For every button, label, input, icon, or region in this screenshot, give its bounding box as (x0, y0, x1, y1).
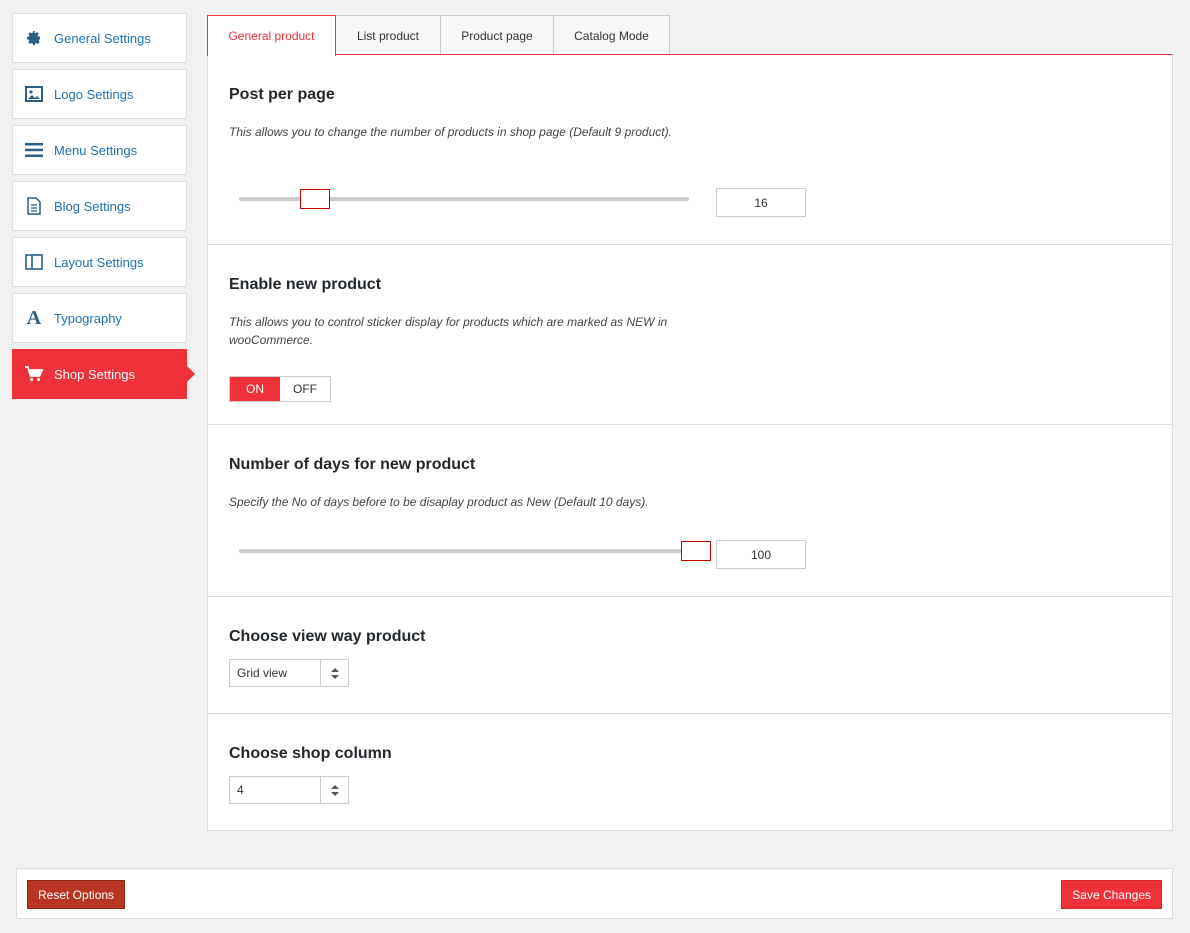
section-description: This allows you to change the number of … (229, 125, 672, 139)
tab-bar: General product List product Product pag… (207, 15, 670, 56)
tab-product-page[interactable]: Product page (440, 15, 554, 55)
tab-general-product[interactable]: General product (207, 15, 336, 56)
sidebar-item-label: Menu Settings (54, 142, 138, 158)
sidebar-item-layout-settings[interactable]: Layout Settings (12, 237, 187, 287)
sidebar-item-label: General Settings (54, 30, 151, 46)
save-changes-button[interactable]: Save Changes (1061, 880, 1162, 909)
reset-options-button[interactable]: Reset Options (27, 880, 126, 909)
view-way-section: Choose view way product Grid view (208, 597, 1172, 714)
days-new-product-section: Number of days for new product Specify t… (208, 425, 1172, 597)
sidebar-item-blog-settings[interactable]: Blog Settings (12, 181, 187, 231)
sidebar-item-logo-settings[interactable]: Logo Settings (12, 69, 187, 119)
section-title: Enable new product (229, 276, 382, 293)
sidebar-item-general-settings[interactable]: General Settings (12, 13, 187, 63)
section-title: Choose view way product (229, 628, 426, 645)
toggle-on-button[interactable]: ON (230, 377, 280, 401)
typography-icon: A (26, 306, 42, 329)
section-title: Number of days for new product (229, 456, 476, 473)
shop-column-select[interactable]: 4 (229, 776, 349, 804)
tab-catalog-mode[interactable]: Catalog Mode (553, 15, 670, 55)
post-per-page-input[interactable]: 16 (716, 188, 806, 217)
section-title: Post per page (229, 86, 335, 103)
layout-icon (24, 252, 44, 272)
section-description: Specify the No of days before to be disa… (229, 495, 649, 509)
shop-column-section: Choose shop column 4 (208, 714, 1172, 831)
enable-new-product-section: Enable new product This allows you to co… (208, 245, 1172, 425)
section-title: Choose shop column (229, 745, 392, 762)
days-new-slider-track[interactable] (239, 549, 689, 553)
post-per-page-slider-handle[interactable] (300, 189, 330, 209)
new-product-toggle: ON OFF (229, 376, 331, 402)
sidebar-item-typography[interactable]: A Typography (12, 293, 187, 343)
sidebar-item-label: Layout Settings (54, 254, 144, 270)
view-way-select[interactable]: Grid view (229, 659, 349, 687)
tab-list-product[interactable]: List product (335, 15, 441, 55)
image-icon (24, 84, 44, 104)
menu-icon (24, 140, 44, 160)
sidebar-item-label: Blog Settings (54, 198, 131, 214)
days-new-slider-handle[interactable] (681, 541, 711, 561)
settings-panel: Post per page This allows you to change … (207, 54, 1173, 831)
sidebar-item-label: Shop Settings (54, 366, 135, 382)
select-arrows-icon (320, 660, 348, 686)
select-value: Grid view (237, 666, 288, 680)
settings-sidebar: General Settings Logo Settings Menu Sett… (12, 13, 195, 405)
toggle-off-button[interactable]: OFF (280, 377, 330, 401)
gear-icon (24, 28, 44, 48)
footer-bar: Reset Options Save Changes (16, 868, 1173, 919)
sidebar-item-shop-settings[interactable]: Shop Settings (12, 349, 195, 399)
select-value: 4 (237, 783, 244, 797)
sidebar-item-label: Typography (54, 310, 122, 326)
sidebar-item-label: Logo Settings (54, 86, 134, 102)
days-new-input[interactable]: 100 (716, 540, 806, 569)
cart-icon (24, 364, 44, 384)
post-per-page-section: Post per page This allows you to change … (208, 55, 1172, 245)
document-icon (24, 196, 44, 216)
sidebar-item-menu-settings[interactable]: Menu Settings (12, 125, 187, 175)
section-description: This allows you to control sticker displ… (229, 315, 668, 347)
select-arrows-icon (320, 777, 348, 803)
